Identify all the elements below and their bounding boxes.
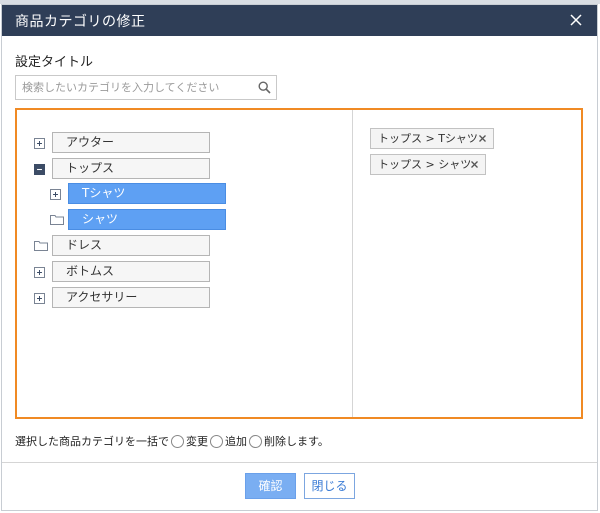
- selected-category-tag: トップス > Tシャツ: [370, 128, 494, 149]
- remove-tag-icon[interactable]: [468, 158, 481, 171]
- selected-category-tag: トップス > シャツ: [370, 154, 486, 175]
- tree-item-accessory: アクセサリー: [34, 287, 234, 309]
- category-node[interactable]: アクセサリー: [52, 287, 210, 308]
- dialog-header: 商品カテゴリの修正: [2, 5, 597, 36]
- radio-change-label: 変更: [186, 435, 208, 448]
- tag-label: トップス > シャツ: [378, 158, 472, 171]
- bulk-action-row: 選択した商品カテゴリを一括で 変更 追加 削除します。: [15, 433, 329, 449]
- radio-delete[interactable]: [249, 434, 262, 448]
- category-node[interactable]: ボトムス: [52, 261, 210, 282]
- category-panel: アウター トップス Tシャツ シャツ ドレス ボトムス アクセサリー トップス …: [15, 108, 583, 419]
- bulk-prefix-text: 選択した商品カテゴリを一括で: [15, 435, 169, 448]
- category-node[interactable]: トップス: [52, 158, 210, 179]
- category-edit-dialog: 商品カテゴリの修正 設定タイトル アウター トップス: [1, 4, 598, 511]
- folder-icon: [50, 215, 64, 225]
- panel-divider: [352, 110, 353, 417]
- tree-item-tshirt: Tシャツ: [50, 183, 250, 205]
- tree-item-bottoms: ボトムス: [34, 261, 234, 283]
- tree-item-dress: ドレス: [34, 235, 234, 257]
- plus-toggle-icon[interactable]: [34, 138, 45, 149]
- radio-change[interactable]: [171, 434, 184, 448]
- category-node-selected[interactable]: シャツ: [68, 209, 226, 230]
- tree-item-shirt: シャツ: [50, 209, 250, 231]
- close-button[interactable]: 閉じる: [304, 473, 355, 499]
- category-node-selected[interactable]: Tシャツ: [68, 183, 226, 204]
- footer-divider: [2, 462, 597, 463]
- close-icon[interactable]: [567, 11, 585, 29]
- confirm-button[interactable]: 確認: [245, 473, 296, 499]
- search-icon[interactable]: [258, 81, 271, 94]
- plus-toggle-icon[interactable]: [50, 189, 61, 200]
- dialog-title: 商品カテゴリの修正: [15, 14, 146, 30]
- tree-item-tops: トップス: [34, 158, 234, 180]
- minus-toggle-icon[interactable]: [34, 164, 45, 175]
- radio-add-label: 追加: [225, 435, 247, 448]
- radio-add[interactable]: [210, 434, 223, 448]
- remove-tag-icon[interactable]: [476, 132, 489, 145]
- category-node[interactable]: ドレス: [52, 235, 210, 256]
- settings-title-label: 設定タイトル: [15, 55, 94, 70]
- tag-label: トップス > Tシャツ: [378, 132, 478, 145]
- folder-icon: [34, 241, 48, 251]
- search-input[interactable]: [22, 79, 252, 96]
- category-search: [15, 75, 277, 100]
- plus-toggle-icon[interactable]: [34, 293, 45, 304]
- radio-delete-label: 削除します。: [264, 435, 329, 448]
- plus-toggle-icon[interactable]: [34, 267, 45, 278]
- category-node[interactable]: アウター: [52, 132, 210, 153]
- tree-item-outer: アウター: [34, 132, 234, 154]
